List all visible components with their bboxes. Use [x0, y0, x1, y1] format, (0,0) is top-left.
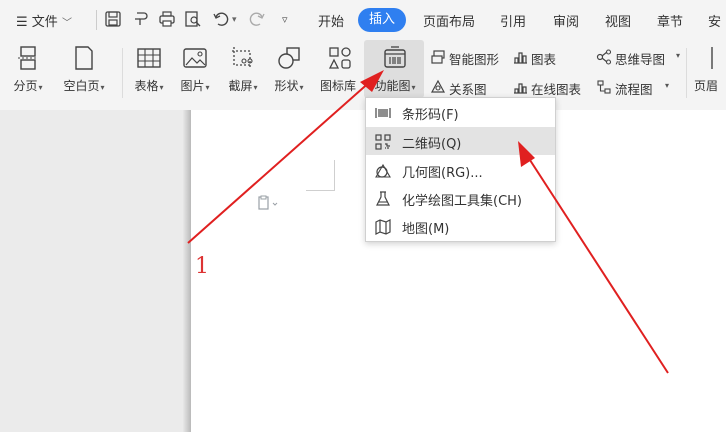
screenshot-button[interactable]: 截屏▾ — [222, 40, 264, 102]
screenshot-icon — [230, 45, 256, 71]
screenshot-label: 截屏 — [228, 79, 253, 93]
menu-item-qr-code[interactable]: 二维码(Q) — [366, 127, 555, 155]
tab-review[interactable]: 审阅 — [553, 11, 579, 30]
function-chart-icon — [382, 45, 408, 71]
print-preview-icon[interactable] — [184, 10, 202, 28]
menu-item-label: 地图(M) — [402, 222, 450, 237]
header-label: 页眉 — [694, 79, 719, 93]
page-break-button[interactable]: 分页▾ — [8, 40, 48, 102]
table-label: 表格 — [134, 79, 159, 93]
tab-insert[interactable]: 插入 — [358, 8, 406, 32]
menu-item-label: 条形码(F) — [402, 108, 459, 123]
margin-corner-mark — [334, 160, 335, 190]
online-chart-label: 在线图表 — [531, 82, 582, 97]
online-chart-icon — [514, 83, 527, 94]
menu-item-label: 二维码(Q) — [402, 137, 462, 152]
hamburger-icon: ☰ — [16, 15, 28, 30]
mind-map-label: 思维导图 — [615, 52, 666, 67]
file-menu-button[interactable]: ☰ 文件 ﹀ — [16, 11, 72, 30]
smart-art-label: 智能图形 — [449, 52, 500, 67]
smart-art-icon — [431, 50, 445, 64]
print-icon[interactable] — [158, 10, 176, 28]
page-break-label: 分页 — [13, 79, 38, 93]
ribbon-toolbar: 分页▾ 空白页▾ 表格▾ 图片▾ 截屏▾ 形状▾ 图标库 功能图▾ 智能图形 图… — [0, 40, 726, 110]
function-chart-dropdown: 条形码(F) 二维码(Q) 几何图(RG)... 化学绘图工具集(CH) 地图(… — [365, 97, 556, 242]
flowchart-label: 流程图 — [615, 82, 653, 97]
undo-dropdown-icon[interactable]: ▾ — [232, 15, 237, 25]
tab-view[interactable]: 视图 — [605, 11, 631, 30]
tab-home[interactable]: 开始 — [318, 11, 344, 30]
flowchart-icon — [597, 80, 611, 94]
tab-page-layout[interactable]: 页面布局 — [423, 11, 475, 30]
barcode-icon — [375, 108, 391, 118]
picture-button[interactable]: 图片▾ — [174, 40, 216, 102]
function-chart-button[interactable]: 功能图▾ — [366, 40, 424, 102]
page-shadow — [183, 110, 191, 432]
table-icon — [136, 45, 162, 71]
mind-map-icon — [596, 49, 612, 65]
table-button[interactable]: 表格▾ — [128, 40, 170, 102]
menu-item-map[interactable]: 地图(M) — [366, 212, 555, 240]
qr-code-icon — [375, 134, 391, 150]
map-icon — [375, 219, 391, 235]
save-icon[interactable] — [104, 10, 122, 28]
ribbon-separator — [686, 48, 687, 98]
annotation-step-number: 1 — [195, 254, 209, 279]
blank-page-label: 空白页 — [63, 79, 100, 93]
chemistry-flask-icon — [376, 191, 390, 206]
icon-library-icon — [327, 45, 353, 71]
redo-icon[interactable] — [248, 10, 266, 28]
menu-item-label: 几何图(RG)... — [402, 166, 483, 181]
format-painter-icon[interactable] — [132, 10, 150, 28]
customize-toolbar-icon[interactable]: ▿ — [282, 13, 288, 26]
paste-options-icon[interactable] — [258, 195, 280, 211]
icon-library-button[interactable]: 图标库 — [316, 40, 364, 102]
margin-corner-mark — [306, 190, 335, 191]
shape-icon — [276, 45, 302, 71]
picture-label: 图片 — [180, 79, 205, 93]
left-margin-area — [0, 110, 189, 432]
chart-icon — [514, 52, 527, 64]
header-icon — [704, 45, 726, 71]
menu-item-chemistry[interactable]: 化学绘图工具集(CH) — [366, 184, 555, 212]
relation-chart-icon — [430, 79, 446, 93]
file-menu-label: 文件 — [31, 15, 58, 30]
function-chart-label: 功能图 — [374, 79, 411, 93]
relation-chart-label: 关系图 — [449, 82, 487, 97]
tab-chapter[interactable]: 章节 — [657, 11, 683, 30]
icon-library-label: 图标库 — [320, 79, 357, 93]
picture-icon — [182, 45, 208, 71]
menu-item-label: 化学绘图工具集(CH) — [402, 194, 522, 209]
tab-references[interactable]: 引用 — [500, 11, 526, 30]
menu-item-geometry[interactable]: 几何图(RG)... — [366, 156, 555, 184]
ribbon-separator — [122, 48, 123, 98]
menu-item-barcode[interactable]: 条形码(F) — [366, 98, 555, 126]
undo-icon[interactable] — [212, 10, 230, 28]
tab-security[interactable]: 安 — [708, 11, 721, 30]
chart-label: 图表 — [531, 52, 557, 67]
menu-separator — [96, 10, 97, 30]
menu-bar: ☰ 文件 ﹀ ▾ ▿ 开始 插入 页面布局 引用 审阅 视图 章节 安 — [0, 0, 726, 40]
blank-page-icon — [71, 45, 97, 71]
shape-label: 形状 — [274, 79, 299, 93]
blank-page-button[interactable]: 空白页▾ — [58, 40, 110, 102]
page-break-icon — [15, 45, 41, 71]
shape-button[interactable]: 形状▾ — [268, 40, 310, 102]
chevron-down-icon: ﹀ — [61, 18, 72, 29]
geometry-icon — [375, 163, 391, 178]
header-button[interactable]: 页眉 — [694, 40, 726, 102]
